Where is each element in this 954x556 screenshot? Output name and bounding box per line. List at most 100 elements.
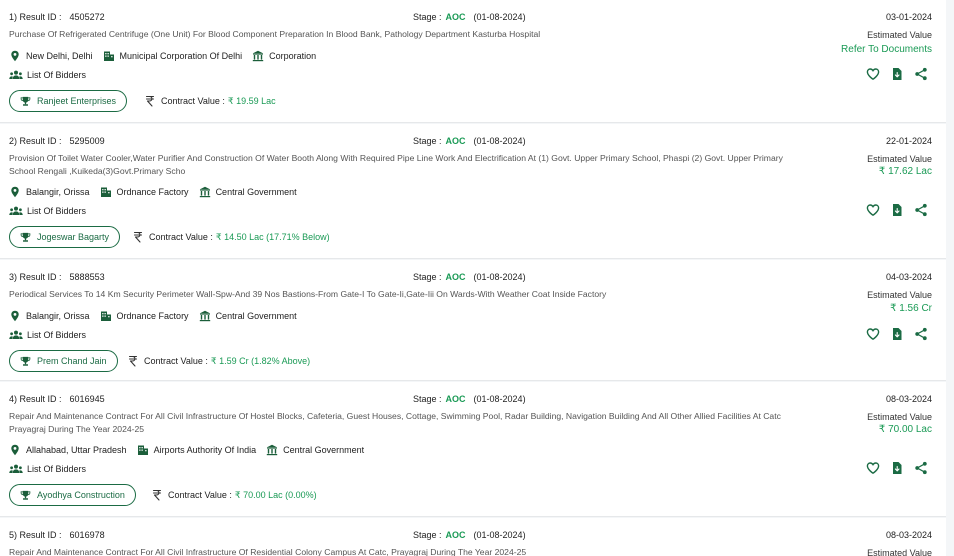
estimated-value-label: Estimated Value: [867, 154, 932, 164]
share-icon[interactable]: [914, 203, 928, 217]
heart-icon[interactable]: [866, 203, 880, 217]
result-index: 5): [9, 530, 18, 540]
stage-date: (01-08-2024): [473, 12, 526, 22]
stage-label: Stage :: [413, 136, 442, 146]
tender-title[interactable]: Provision Of Toilet Water Cooler,Water P…: [9, 152, 799, 178]
building-icon: [103, 50, 115, 62]
heart-icon[interactable]: [866, 67, 880, 81]
document-download-icon[interactable]: [890, 461, 904, 475]
building-icon: [137, 444, 149, 456]
stage-label: Stage :: [413, 530, 442, 540]
share-icon[interactable]: [914, 461, 928, 475]
government-icon: [199, 310, 211, 322]
result-actions: [856, 203, 928, 217]
tender-title[interactable]: Repair And Maintenance Contract For All …: [9, 410, 799, 436]
rupee-icon: [145, 95, 155, 107]
stage-label: Stage :: [413, 394, 442, 404]
result-id-value: 4505272: [69, 12, 105, 22]
organization: Ordnance Factory: [100, 310, 189, 322]
result-card: 5) Result ID : 6016978 Stage : AOC (01-08-20…: [0, 518, 946, 556]
result-id-value: 5295009: [69, 136, 105, 146]
trophy-icon: [20, 490, 31, 501]
location-text: Balangir, Orissa: [26, 187, 90, 197]
result-actions: [856, 327, 928, 341]
contract-value-label: Contract Value :: [149, 232, 213, 242]
heart-icon[interactable]: [866, 327, 880, 341]
result-index: 2): [9, 136, 18, 146]
tender-title[interactable]: Periodical Services To 14 Km Security Pe…: [9, 288, 799, 301]
result-card: 3) Result ID : 5888553 Stage : AOC (01-08-20…: [0, 260, 946, 381]
organization-text: Ordnance Factory: [116, 311, 189, 321]
winner-badge[interactable]: Prem Chand Jain: [9, 350, 118, 372]
stage: Stage : AOC (01-08-2024): [413, 136, 526, 146]
list-of-bidders-link[interactable]: List Of Bidders: [9, 463, 86, 475]
estimated-value[interactable]: Refer To Documents: [841, 44, 932, 55]
share-icon[interactable]: [914, 67, 928, 81]
building-icon: [100, 186, 112, 198]
result-card: 1) Result ID : 4505272 Stage : AOC (01-08-20…: [0, 0, 946, 123]
share-icon[interactable]: [914, 327, 928, 341]
tender-title[interactable]: Repair And Maintenance Contract For All …: [9, 546, 799, 556]
list-of-bidders-link[interactable]: List Of Bidders: [9, 329, 86, 341]
result-id-label: Result ID :: [19, 136, 62, 146]
document-download-icon[interactable]: [890, 67, 904, 81]
location: New Delhi, Delhi: [9, 50, 93, 62]
location-icon: [9, 310, 21, 322]
result-id-value: 6016978: [69, 530, 105, 540]
results-list: 1) Result ID :4505272 Stage : AOC (01-08-20…: [0, 0, 954, 556]
winner-name: Ayodhya Construction: [37, 490, 125, 500]
stage-status: AOC: [445, 136, 466, 146]
location: Allahabad, Uttar Pradesh: [9, 444, 127, 456]
contract-value: Contract Value : ₹ 19.59 Lac: [145, 95, 276, 107]
estimated-value: ₹ 17.62 Lac: [878, 166, 932, 177]
trophy-icon: [20, 356, 31, 367]
sector-text: Central Government: [215, 311, 297, 321]
location-icon: [9, 444, 21, 456]
contract-value: Contract Value : ₹ 1.59 Cr (1.82% Above): [128, 355, 310, 367]
contract-value-amount: ₹ 1.59 Cr (1.82% Above): [210, 355, 311, 366]
winner-name: Jogeswar Bagarty: [37, 232, 110, 242]
document-download-icon[interactable]: [890, 203, 904, 217]
result-id: 1) Result ID : 4505272: [9, 12, 105, 22]
stage-date: (01-08-2024): [473, 530, 526, 540]
stage-status: AOC: [445, 394, 466, 404]
sector: Central Government: [199, 186, 297, 198]
list-of-bidders-label: List Of Bidders: [27, 70, 87, 80]
result-index: 4): [9, 394, 18, 404]
result-id: 4) Result ID : 6016945: [9, 394, 105, 404]
tender-meta: Allahabad, Uttar Pradesh Airports Authori…: [9, 444, 374, 456]
list-of-bidders-link[interactable]: List Of Bidders: [9, 205, 86, 217]
stage-label: Stage :: [413, 12, 442, 22]
organization: Municipal Corporation Of Delhi: [103, 50, 242, 62]
stage-status: AOC: [445, 12, 466, 22]
result-id: 2) Result ID : 5295009: [9, 136, 105, 146]
sector-text: Central Government: [283, 445, 365, 455]
users-icon: [9, 205, 23, 217]
result-id-label: Result ID :: [19, 530, 62, 540]
winner-badge[interactable]: Ayodhya Construction: [9, 484, 136, 506]
winner-badge[interactable]: Ranjeet Enterprises: [9, 90, 128, 112]
location-text: Balangir, Orissa: [26, 311, 90, 321]
result-date: 03-01-2024: [885, 12, 932, 22]
list-of-bidders-label: List Of Bidders: [27, 464, 87, 474]
estimated-value-label: Estimated Value: [867, 548, 932, 556]
heart-icon[interactable]: [866, 461, 880, 475]
stage-date: (01-08-2024): [473, 136, 526, 146]
government-icon: [266, 444, 278, 456]
winner-badge[interactable]: Jogeswar Bagarty: [9, 226, 121, 248]
location-icon: [9, 50, 21, 62]
document-download-icon[interactable]: [890, 327, 904, 341]
list-of-bidders-link[interactable]: List Of Bidders: [9, 69, 86, 81]
rupee-icon: [152, 489, 162, 501]
contract-value-amount: ₹ 19.59 Lac: [227, 95, 276, 106]
result-id-label: Result ID :: [19, 272, 62, 282]
estimated-value: ₹ 1.56 Cr: [890, 303, 932, 314]
users-icon: [9, 463, 23, 475]
result-id: 3) Result ID : 5888553: [9, 272, 105, 282]
tender-title[interactable]: Purchase Of Refrigerated Centrifuge (One…: [9, 28, 799, 41]
contract-value-amount: ₹ 14.50 Lac (17.71% Below): [215, 231, 330, 242]
result-actions: [856, 67, 928, 81]
organization-text: Ordnance Factory: [116, 187, 189, 197]
stage-status: AOC: [445, 530, 466, 540]
result-date: 08-03-2024: [885, 530, 932, 540]
